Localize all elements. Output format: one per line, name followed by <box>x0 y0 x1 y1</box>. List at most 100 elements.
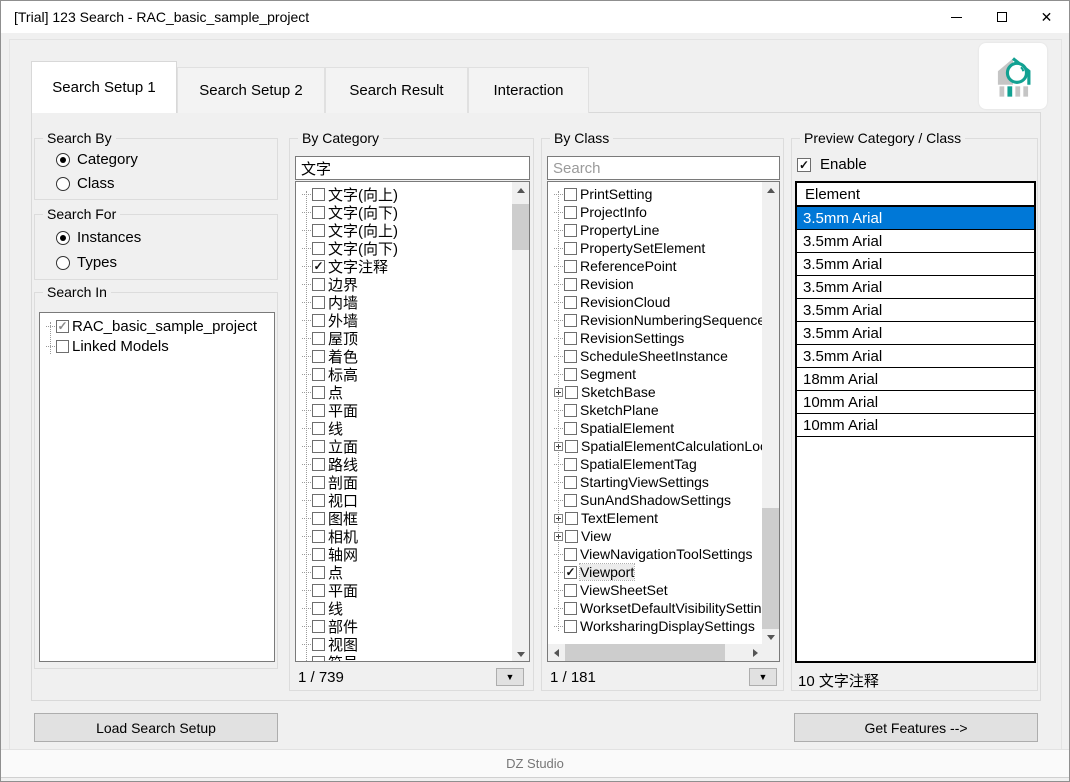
tree-item[interactable]: 文字(向下) <box>296 203 512 222</box>
tree-item[interactable]: 平面 <box>296 401 512 420</box>
checkbox[interactable] <box>564 187 577 201</box>
tree-item[interactable]: WorksetDefaultVisibilitySetting <box>548 599 762 617</box>
tree-item[interactable]: 线 <box>296 599 512 618</box>
checkbox[interactable] <box>565 529 578 543</box>
preview-row[interactable]: 3.5mm Arial <box>797 207 1034 230</box>
radio-types[interactable]: Types <box>56 254 117 271</box>
checkbox[interactable] <box>312 187 325 201</box>
checkbox[interactable] <box>312 349 325 363</box>
radio-icon[interactable] <box>56 255 70 270</box>
expand-plus-icon[interactable] <box>554 441 563 451</box>
checkbox[interactable] <box>565 511 578 525</box>
tree-item[interactable]: 内墙 <box>296 293 512 312</box>
radio-selected-icon[interactable] <box>56 152 70 167</box>
tree-item[interactable]: 标高 <box>296 365 512 384</box>
category-vertical-scrollbar[interactable] <box>512 182 529 661</box>
checkbox[interactable] <box>312 241 325 255</box>
scrollbar-thumb[interactable] <box>762 508 779 629</box>
tree-item[interactable]: ✓ 文字注释 <box>296 257 512 276</box>
tree-item[interactable]: 视口 <box>296 491 512 510</box>
tree-item[interactable]: 部件 <box>296 617 512 636</box>
checkbox[interactable] <box>564 259 577 273</box>
tree-item[interactable]: 轴网 <box>296 545 512 564</box>
tree-item[interactable]: ✓ RAC_basic_sample_project <box>40 316 274 336</box>
tree-item[interactable]: Segment <box>548 365 762 383</box>
checkbox[interactable] <box>312 331 325 345</box>
tree-item[interactable]: 外墙 <box>296 311 512 330</box>
tree-item[interactable]: ScheduleSheetInstance <box>548 347 762 365</box>
get-features-button[interactable]: Get Features --> <box>794 713 1038 742</box>
tree-item[interactable]: PropertySetElement <box>548 239 762 257</box>
scroll-up-icon[interactable] <box>512 182 529 199</box>
checkbox[interactable] <box>564 457 577 471</box>
tree-item[interactable]: 文字(向下) <box>296 239 512 258</box>
tree-item[interactable]: StartingViewSettings <box>548 473 762 491</box>
checkbox[interactable] <box>56 339 69 353</box>
checkbox[interactable] <box>312 439 325 453</box>
checkbox[interactable] <box>564 619 577 633</box>
tree-item[interactable]: 路线 <box>296 455 512 474</box>
checkbox[interactable] <box>312 313 325 327</box>
checkbox[interactable] <box>564 223 577 237</box>
checkbox[interactable] <box>564 277 577 291</box>
checkbox[interactable] <box>312 277 325 291</box>
checked-checkbox[interactable]: ✓ <box>56 319 69 333</box>
checkbox[interactable] <box>564 349 577 363</box>
checkbox[interactable] <box>312 367 325 381</box>
tree-item[interactable]: ViewSheetSet <box>548 581 762 599</box>
radio-class[interactable]: Class <box>56 175 115 192</box>
checkbox[interactable] <box>564 205 577 219</box>
preview-row[interactable]: 3.5mm Arial <box>797 230 1034 253</box>
tree-item[interactable]: 边界 <box>296 275 512 294</box>
checkbox[interactable] <box>564 403 577 417</box>
tree-item[interactable]: SpatialElement <box>548 419 762 437</box>
tab-search-result[interactable]: Search Result <box>325 67 468 113</box>
tab-interaction[interactable]: Interaction <box>468 67 589 113</box>
checkbox[interactable] <box>564 475 577 489</box>
class-dropdown-button[interactable]: ▼ <box>749 668 777 686</box>
checkbox[interactable] <box>312 529 325 543</box>
tree-item[interactable]: 屋顶 <box>296 329 512 348</box>
checkbox[interactable] <box>312 457 325 471</box>
scrollbar-thumb[interactable] <box>512 204 529 250</box>
checkbox[interactable] <box>312 637 325 651</box>
checkbox[interactable] <box>312 619 325 633</box>
checkbox[interactable] <box>564 331 577 345</box>
tree-item[interactable]: 剖面 <box>296 473 512 492</box>
expand-plus-icon[interactable] <box>554 387 563 397</box>
load-search-setup-button[interactable]: Load Search Setup <box>34 713 278 742</box>
category-dropdown-button[interactable]: ▼ <box>496 668 524 686</box>
checked-checkbox[interactable]: ✓ <box>797 157 811 172</box>
preview-row[interactable]: 3.5mm Arial <box>797 322 1034 345</box>
tree-item[interactable]: RevisionCloud <box>548 293 762 311</box>
preview-row[interactable]: 10mm Arial <box>797 414 1034 437</box>
class-horizontal-scrollbar[interactable] <box>548 644 764 661</box>
expand-plus-icon[interactable] <box>554 513 563 523</box>
tree-item[interactable]: SketchBase <box>548 383 762 401</box>
tree-item[interactable]: Linked Models <box>40 336 274 356</box>
checked-checkbox[interactable]: ✓ <box>564 565 577 579</box>
radio-instances[interactable]: Instances <box>56 229 141 246</box>
checkbox[interactable] <box>564 547 577 561</box>
checkbox[interactable] <box>312 601 325 615</box>
scroll-down-icon[interactable] <box>512 646 529 661</box>
checkbox[interactable] <box>564 367 577 381</box>
tree-item[interactable]: WorksharingDisplaySettings <box>548 617 762 635</box>
close-button[interactable]: ✕ <box>1024 1 1069 33</box>
tree-item[interactable]: SketchPlane <box>548 401 762 419</box>
checkbox[interactable] <box>312 547 325 561</box>
tree-item[interactable]: 线 <box>296 419 512 438</box>
tree-item[interactable]: ViewNavigationToolSettings <box>548 545 762 563</box>
class-vertical-scrollbar[interactable] <box>762 182 779 646</box>
checkbox[interactable] <box>312 583 325 597</box>
checkbox[interactable] <box>564 241 577 255</box>
checkbox[interactable] <box>564 493 577 507</box>
checkbox[interactable] <box>312 655 325 661</box>
tree-item[interactable]: SpatialElementCalculationLoca <box>548 437 762 455</box>
checked-checkbox[interactable]: ✓ <box>312 259 325 273</box>
preview-row[interactable]: 3.5mm Arial <box>797 299 1034 322</box>
scroll-left-icon[interactable] <box>548 644 565 661</box>
checkbox[interactable] <box>312 565 325 579</box>
scrollbar-thumb[interactable] <box>565 644 725 661</box>
category-filter-input[interactable] <box>295 156 530 180</box>
